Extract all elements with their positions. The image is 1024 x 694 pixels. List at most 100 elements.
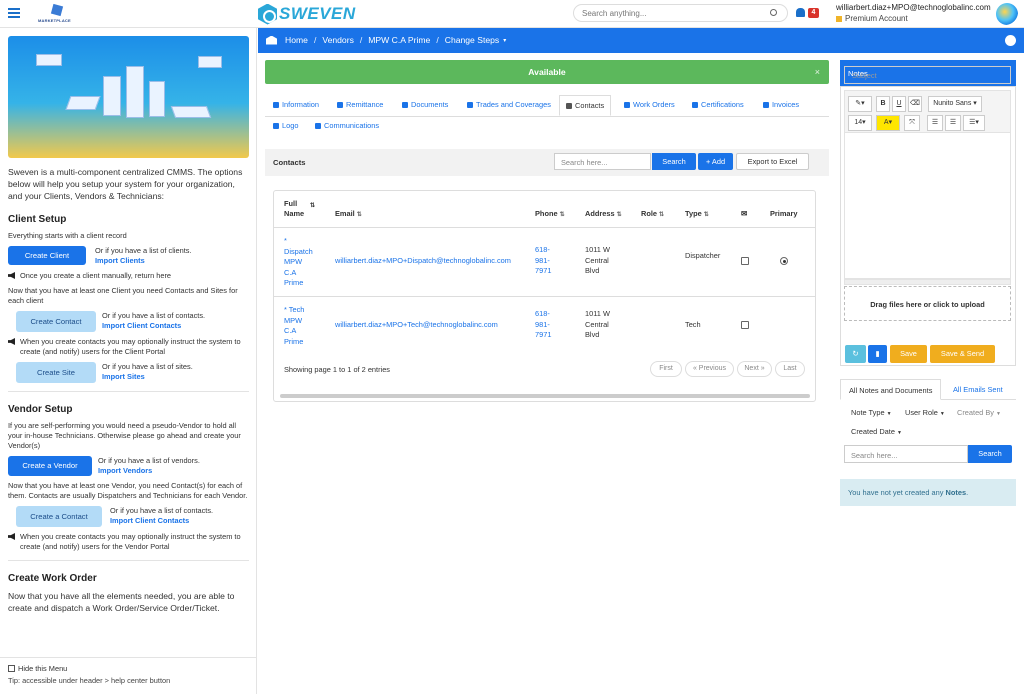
last-page-button[interactable]: Last bbox=[775, 361, 805, 377]
user-email[interactable]: williarbert.diaz+MPO@technoglobalinc.com bbox=[836, 3, 991, 12]
col-type[interactable]: Type ⇅ bbox=[685, 209, 709, 220]
tab-documents[interactable]: Documents bbox=[402, 100, 448, 109]
created-date-filter[interactable]: Created Date ▼ bbox=[851, 427, 902, 436]
tab-remittance[interactable]: Remittance bbox=[337, 100, 383, 109]
editor-toolbar: ✎▾ B U ⌫ Nunito Sans ▾ 14▾ A▾ ⤧ ☰ ☰ ☰▾ bbox=[844, 90, 1011, 133]
next-page-button[interactable]: Next » bbox=[737, 361, 772, 377]
unordered-list-icon[interactable]: ☰ bbox=[927, 115, 943, 131]
avatar[interactable] bbox=[996, 3, 1018, 25]
notes-search-button[interactable]: Search bbox=[968, 445, 1012, 463]
create-vendor-contact-button[interactable]: Create a Contact bbox=[16, 506, 102, 527]
eraser-icon[interactable]: ⌫ bbox=[908, 96, 922, 112]
email-checkbox[interactable] bbox=[741, 257, 749, 265]
tab-communications[interactable]: Communications bbox=[315, 121, 379, 130]
col-phone[interactable]: Phone ⇅ bbox=[535, 209, 565, 220]
note-editor[interactable] bbox=[844, 133, 1011, 279]
tab-trades[interactable]: Trades and Coverages bbox=[467, 100, 551, 109]
breadcrumb-home[interactable]: Home bbox=[285, 35, 308, 45]
import-vendors-link[interactable]: Import Vendors bbox=[98, 466, 200, 476]
tab-invoices[interactable]: Invoices bbox=[763, 100, 799, 109]
no-notes-message: You have not yet created any Notes. bbox=[840, 479, 1016, 506]
crown-icon bbox=[836, 16, 842, 22]
col-address[interactable]: Address ⇅ bbox=[585, 209, 622, 220]
font-family-select[interactable]: Nunito Sans ▾ bbox=[928, 96, 982, 112]
breadcrumb-vendors[interactable]: Vendors bbox=[322, 35, 354, 45]
ordered-list-icon[interactable]: ☰ bbox=[945, 115, 961, 131]
col-primary[interactable]: Primary bbox=[770, 209, 798, 219]
save-button[interactable]: Save bbox=[890, 345, 927, 363]
tab-information[interactable]: Information bbox=[273, 100, 319, 109]
user-role-filter[interactable]: User Role ▼ bbox=[905, 408, 945, 417]
globe-icon[interactable] bbox=[1005, 35, 1016, 46]
underline-button[interactable]: U bbox=[892, 96, 906, 112]
change-steps-dropdown[interactable]: Change Steps bbox=[445, 35, 499, 45]
save-send-button[interactable]: Save & Send bbox=[930, 345, 995, 363]
file-dropzone[interactable]: Drag files here or click to upload bbox=[844, 286, 1011, 321]
previous-page-button[interactable]: « Previous bbox=[685, 361, 734, 377]
editor-resize-handle[interactable] bbox=[844, 279, 1011, 285]
col-email[interactable]: Email ⇅ bbox=[335, 209, 362, 220]
contacts-search-input[interactable]: Search here... bbox=[554, 153, 651, 170]
bookmark-icon[interactable]: ▮ bbox=[868, 345, 887, 363]
text-color-icon[interactable]: A▾ bbox=[876, 115, 900, 131]
subject-input[interactable]: Subject bbox=[844, 66, 1011, 84]
create-site-button[interactable]: Create Site bbox=[16, 362, 96, 383]
tab-contacts[interactable]: Contacts bbox=[559, 95, 612, 116]
image-icon bbox=[273, 123, 279, 129]
brand-name: SWEVEN bbox=[279, 4, 356, 23]
magic-wand-icon[interactable]: ✎▾ bbox=[848, 96, 872, 112]
tab-logo[interactable]: Logo bbox=[273, 121, 298, 130]
contact-address: 1011 W Central Blvd bbox=[585, 309, 610, 339]
email-checkbox[interactable] bbox=[741, 321, 749, 329]
create-client-button[interactable]: Create Client bbox=[8, 246, 86, 265]
contact-email[interactable]: williarbert.diaz+MPO+Dispatch@technoglob… bbox=[335, 256, 511, 267]
global-search-input[interactable]: Search anything... bbox=[573, 4, 788, 22]
import-client-contacts-link[interactable]: Import Client Contacts bbox=[102, 321, 205, 331]
hamburger-menu-icon[interactable] bbox=[8, 8, 20, 18]
refresh-icon[interactable]: ↻ bbox=[845, 345, 866, 363]
import-vendor-contacts-link[interactable]: Import Client Contacts bbox=[110, 516, 213, 526]
note-type-filter[interactable]: Note Type ▼ bbox=[851, 408, 892, 417]
notes-tabs: All Notes and Documents All Emails Sent bbox=[840, 379, 1016, 400]
hide-menu-checkbox[interactable]: Hide this Menu bbox=[8, 664, 249, 673]
add-contact-button[interactable]: + Add bbox=[698, 153, 733, 170]
font-size-select[interactable]: 14▾ bbox=[848, 115, 872, 131]
contact-email[interactable]: williarbert.diaz+MPO+Tech@technoglobalin… bbox=[335, 320, 498, 331]
contact-name[interactable]: * Tech MPW C.A Prime bbox=[284, 305, 312, 347]
contact-name[interactable]: * Dispatch MPW C.A Prime bbox=[284, 236, 316, 289]
import-clients-link[interactable]: Import Clients bbox=[95, 256, 192, 266]
tab-emails-sent[interactable]: All Emails Sent bbox=[945, 379, 1011, 400]
bold-button[interactable]: B bbox=[876, 96, 890, 112]
tab-certifications[interactable]: Certifications bbox=[692, 100, 744, 109]
close-icon[interactable]: × bbox=[815, 60, 820, 84]
created-by-filter[interactable]: Created By ▼ bbox=[957, 408, 1001, 417]
marketplace-logo[interactable]: MARKETPLACE bbox=[38, 3, 80, 23]
create-vendor-button[interactable]: Create a Vendor bbox=[8, 456, 92, 476]
export-excel-button[interactable]: Export to Excel bbox=[736, 153, 809, 170]
primary-radio[interactable] bbox=[780, 257, 788, 265]
search-icon[interactable] bbox=[770, 9, 777, 16]
sidebar-scroll[interactable]: Sweven is a multi-component centralized … bbox=[0, 28, 257, 656]
tab-all-notes[interactable]: All Notes and Documents bbox=[840, 379, 942, 400]
sort-icon[interactable]: ⇅ bbox=[310, 201, 315, 211]
import-sites-link[interactable]: Import Sites bbox=[102, 372, 193, 382]
align-icon[interactable]: ☰▾ bbox=[963, 115, 985, 131]
col-role[interactable]: Role ⇅ bbox=[641, 209, 664, 220]
breadcrumb-vendor[interactable]: MPW C.A Prime bbox=[368, 35, 430, 45]
contact-phone[interactable]: 618-981-7971 bbox=[535, 309, 557, 341]
money-icon bbox=[337, 102, 343, 108]
col-full-name[interactable]: Full Name bbox=[284, 199, 310, 219]
horizontal-scrollbar[interactable] bbox=[280, 394, 810, 398]
tab-work-orders[interactable]: Work Orders bbox=[624, 100, 675, 109]
notes-search-input[interactable]: Search here... bbox=[844, 445, 968, 463]
fullscreen-icon[interactable]: ⤧ bbox=[904, 115, 920, 131]
bell-icon[interactable] bbox=[796, 8, 805, 17]
contacts-search-button[interactable]: Search bbox=[652, 153, 696, 170]
notification-badge: 4 bbox=[808, 8, 819, 18]
first-page-button[interactable]: First bbox=[650, 361, 682, 377]
home-icon[interactable] bbox=[266, 35, 277, 45]
contact-phone[interactable]: 618-981-7971 bbox=[535, 245, 557, 277]
contact-address: 1011 W Central Blvd bbox=[585, 245, 610, 275]
sweven-logo[interactable]: SWEVEN bbox=[258, 3, 356, 25]
create-contact-button[interactable]: Create Contact bbox=[16, 311, 96, 332]
